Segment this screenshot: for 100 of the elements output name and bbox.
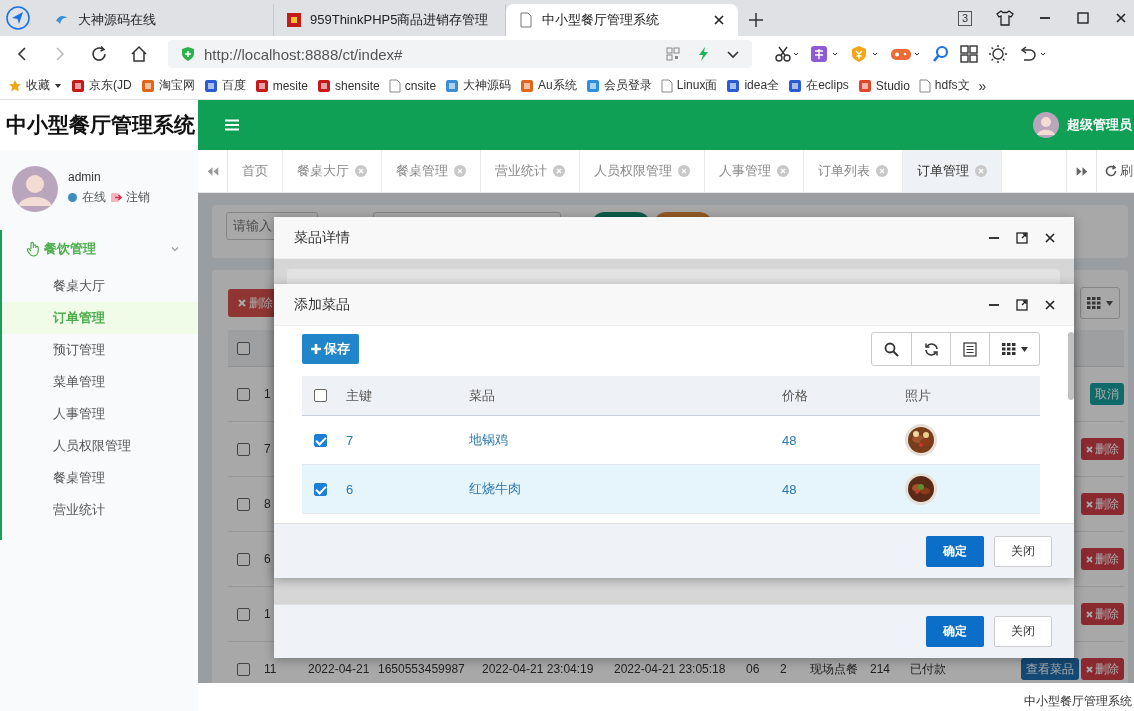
site-icon	[317, 78, 331, 93]
reload-icon[interactable]	[90, 45, 108, 63]
page-tab[interactable]: 餐桌大厅	[283, 150, 382, 192]
table-cell[interactable]: 7	[346, 432, 469, 448]
table-row[interactable]: 6 红烧牛肉 48	[302, 465, 1040, 514]
table-cell[interactable]: 6	[346, 481, 469, 497]
table-cell[interactable]: 48	[782, 481, 905, 497]
delete-button[interactable]: 删除	[1081, 658, 1124, 680]
close-icon[interactable]	[1114, 11, 1128, 25]
table-cell[interactable]: 红烧牛肉	[469, 480, 782, 498]
avatar-icon[interactable]	[1033, 112, 1059, 138]
menu-item[interactable]: 餐桌大厅	[2, 270, 198, 302]
bookmark[interactable]: 收藏	[8, 77, 62, 94]
delete-button[interactable]: 删除	[1081, 438, 1124, 460]
grid-icon	[1001, 343, 1016, 355]
bookmark[interactable]: hdfs文	[918, 77, 970, 94]
avatar-icon	[12, 166, 58, 212]
bookmark[interactable]: Studio	[857, 78, 910, 93]
checkbox[interactable]	[237, 552, 250, 566]
bookmark[interactable]: 会员登录	[585, 77, 652, 94]
home-icon[interactable]	[130, 45, 148, 63]
refresh-button[interactable]: 刷	[1096, 150, 1134, 192]
delete-button[interactable]: 删除	[1081, 603, 1124, 625]
checkbox[interactable]	[237, 442, 250, 456]
page-tab[interactable]: 订单管理	[903, 150, 1002, 192]
site-icon	[857, 78, 872, 93]
page-tab[interactable]: 餐桌管理	[382, 150, 481, 192]
bookmark[interactable]: mesite	[254, 78, 308, 93]
checkbox[interactable]	[237, 497, 250, 511]
menu-item[interactable]: 菜单管理	[2, 366, 198, 398]
star-icon	[8, 78, 22, 93]
qr-code-icon[interactable]	[666, 47, 680, 61]
bookmark[interactable]: 京东(JD	[71, 77, 132, 94]
page-tab[interactable]: 首页	[228, 150, 283, 192]
view-dishes-button[interactable]: 查看菜品	[1021, 658, 1079, 680]
close-button[interactable]: 关闭	[994, 616, 1052, 647]
logout-link[interactable]: 注销	[126, 189, 150, 206]
search-icon[interactable]	[932, 45, 950, 63]
menu-item[interactable]: 人员权限管理	[2, 430, 198, 462]
bookmark[interactable]: 百度	[203, 77, 246, 94]
site-icon	[203, 78, 218, 93]
menu-item[interactable]: 餐桌管理	[2, 462, 198, 494]
menu-item[interactable]: 预订管理	[2, 334, 198, 366]
bookmark[interactable]: Linux面	[660, 77, 718, 94]
bookmark[interactable]: idea全	[726, 77, 780, 94]
close-icon[interactable]	[1043, 297, 1057, 312]
shield-icon	[180, 46, 196, 62]
menu-icon[interactable]	[225, 119, 239, 131]
table-cell-text: 7	[263, 442, 272, 456]
delete-button[interactable]: 删除	[1081, 548, 1124, 570]
site-icon	[254, 78, 269, 93]
table-cell[interactable]: 48	[782, 432, 905, 448]
translate-icon[interactable]	[810, 45, 840, 63]
browser-tab[interactable]: 中小型餐厅管理系统	[506, 4, 738, 36]
checkbox[interactable]	[237, 662, 250, 676]
sun-icon[interactable]	[988, 44, 1008, 64]
page-tab[interactable]: 营业统计	[481, 150, 580, 192]
checkbox[interactable]	[314, 433, 327, 447]
bookmark[interactable]: shensite	[317, 78, 380, 93]
more-bookmarks-button[interactable]: »	[978, 77, 987, 94]
save-button[interactable]: 保存	[302, 334, 359, 364]
lightning-icon[interactable]	[696, 46, 710, 62]
scrollbar[interactable]	[1068, 332, 1074, 400]
new-tab-icon[interactable]	[748, 12, 764, 28]
hand-icon	[26, 241, 40, 257]
table-cell-text: 2022-04-21	[307, 662, 371, 676]
bookmark[interactable]: 在eclips	[788, 77, 849, 94]
table-cell-text: 已付款	[909, 660, 947, 678]
scissors-icon[interactable]	[774, 45, 800, 63]
maximize-icon[interactable]	[1015, 297, 1029, 312]
window-count[interactable]: 3	[957, 10, 972, 26]
menu-item[interactable]: 营业统计	[2, 494, 198, 526]
menu-item[interactable]: 人事管理	[2, 398, 198, 430]
close-icon[interactable]	[1043, 230, 1057, 245]
x-icon	[1086, 665, 1093, 673]
checkbox[interactable]	[237, 607, 250, 621]
checkbox[interactable]	[237, 341, 250, 355]
delete-button[interactable]: 删除	[1081, 493, 1124, 515]
page-tab[interactable]: 人事管理	[705, 150, 804, 192]
checkbox[interactable]	[314, 482, 327, 496]
shirt-icon[interactable]	[996, 9, 1014, 27]
bookmark[interactable]: 淘宝网	[140, 77, 195, 94]
x-icon	[1086, 610, 1093, 618]
confirm-button[interactable]: 确定	[926, 616, 984, 647]
bookmark[interactable]: Au系统	[520, 77, 577, 94]
close-icon[interactable]	[712, 13, 726, 27]
page-tab[interactable]: 人员权限管理	[580, 150, 705, 192]
logout-icon[interactable]	[111, 192, 122, 203]
address-field[interactable]: http://localhost:8888/ct/index#	[168, 40, 752, 68]
checkbox[interactable]	[314, 389, 327, 402]
checkbox[interactable]	[237, 387, 250, 401]
bookmark[interactable]: cnsite	[388, 78, 437, 93]
confirm-button[interactable]: 确定	[926, 535, 984, 567]
table-cell[interactable]: 地锅鸡	[469, 431, 782, 449]
close-button[interactable]: 关闭	[994, 535, 1052, 567]
undo-icon[interactable]	[1018, 45, 1048, 63]
grid-icon[interactable]	[960, 45, 978, 63]
maximize-icon[interactable]	[1015, 230, 1029, 245]
navigation-icon[interactable]	[6, 6, 30, 30]
bookmark[interactable]: 大神源码	[445, 77, 512, 94]
